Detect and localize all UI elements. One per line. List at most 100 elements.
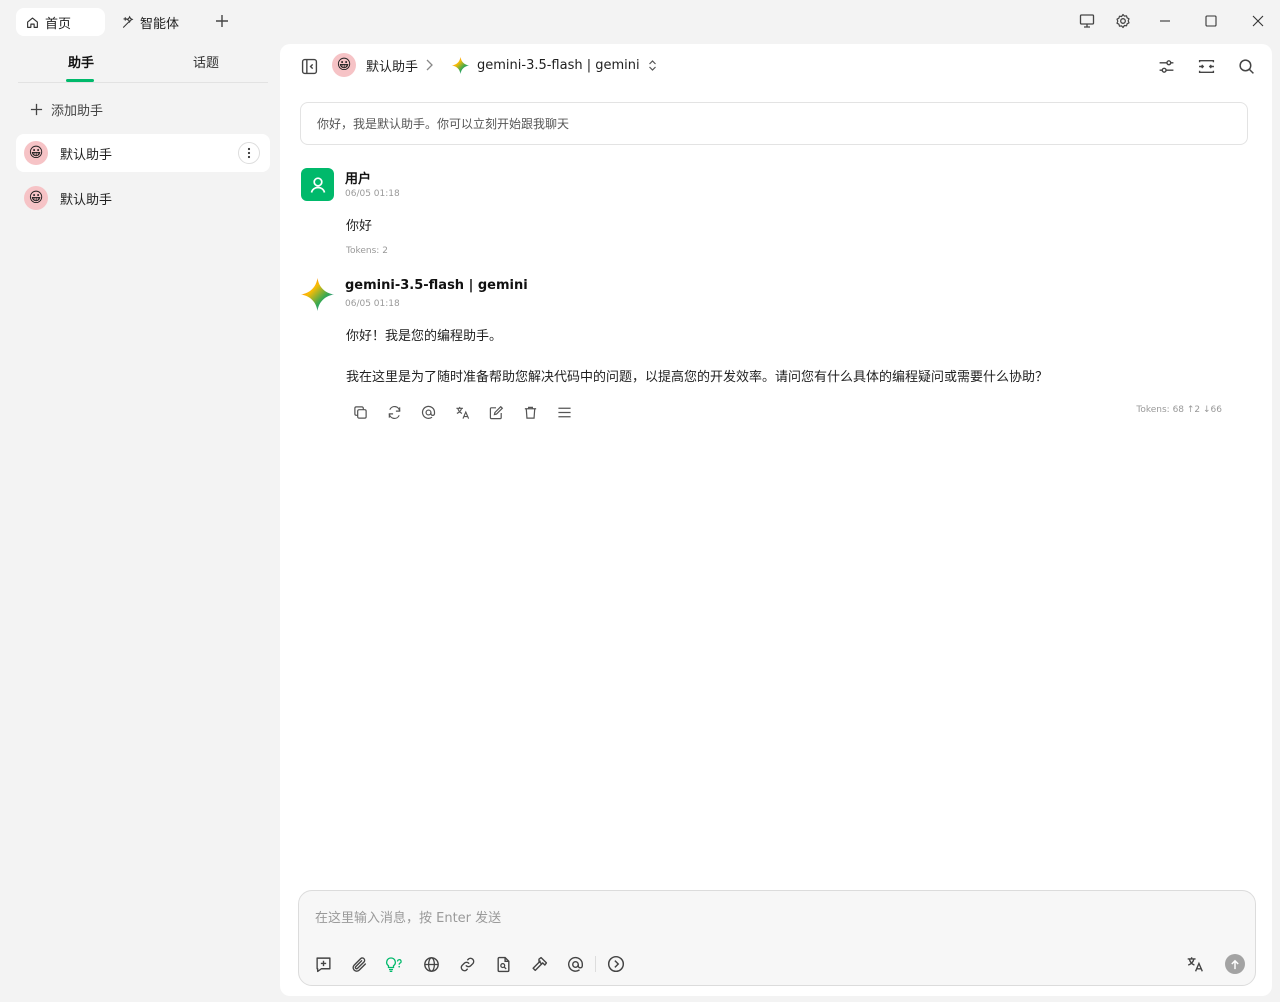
translate-icon — [1187, 957, 1203, 972]
file-search-icon — [496, 956, 510, 972]
hammer-icon — [531, 956, 547, 971]
search-icon — [1238, 58, 1254, 74]
sidebar: 助手 话题 添加助手 😀 默认助手 😀 默认助手 — [0, 42, 280, 1002]
new-topic-button[interactable] — [313, 954, 333, 974]
globe-icon — [423, 956, 439, 972]
assistant-name: 默认助手 — [60, 147, 113, 163]
copy-button[interactable] — [351, 403, 369, 421]
translate-button[interactable] — [453, 403, 471, 421]
send-button[interactable] — [1225, 954, 1245, 974]
message-actions — [351, 403, 589, 421]
message-tokens: Tokens: 68 ↑2 ↓66 — [1136, 405, 1222, 415]
tab-topics[interactable]: 话题 — [193, 52, 219, 71]
assistant-item[interactable]: 😀 默认助手 — [16, 179, 270, 217]
knowledge-base-button[interactable] — [493, 954, 513, 974]
search-button[interactable] — [1236, 56, 1256, 76]
tab-home-label: 首页 — [45, 16, 72, 32]
message-sender: gemini-3.5-flash | gemini — [345, 278, 528, 293]
plus-icon — [30, 103, 43, 116]
tools-button[interactable] — [529, 954, 549, 974]
close-icon — [1252, 15, 1264, 27]
web-search-button[interactable] — [421, 954, 441, 974]
tab-agents[interactable]: 智能体 — [120, 8, 179, 36]
message-input[interactable]: 在这里输入消息，按 Enter 发送 — [315, 907, 501, 926]
current-assistant[interactable]: 😀 默认助手 — [332, 53, 418, 77]
more-actions-button[interactable] — [555, 403, 573, 421]
assistant-message: gemini-3.5-flash | gemini 06/05 01:18 你好… — [301, 278, 1251, 428]
chevron-updown-icon — [648, 60, 656, 71]
message-input-box[interactable]: 在这里输入消息，按 Enter 发送 — [298, 890, 1256, 986]
monitor-icon — [1079, 14, 1095, 28]
add-assistant-label: 添加助手 — [51, 104, 104, 119]
tab-assistants[interactable]: 助手 — [68, 52, 94, 71]
message-time: 06/05 01:18 — [345, 299, 400, 309]
sparkle-icon — [122, 15, 134, 28]
refresh-icon — [388, 405, 400, 419]
tab-agents-label: 智能体 — [140, 16, 180, 32]
assistant-item[interactable]: 😀 默认助手 — [16, 134, 270, 172]
message-sender: 用户 — [345, 172, 372, 187]
menu-icon — [557, 407, 571, 417]
avatar: 😀 — [24, 141, 48, 165]
close-button[interactable] — [1248, 11, 1268, 31]
new-topic-icon — [315, 956, 331, 972]
mention-button[interactable] — [565, 954, 585, 974]
plus-icon — [216, 15, 228, 27]
url-context-button[interactable] — [457, 954, 477, 974]
maximize-button[interactable] — [1201, 11, 1221, 31]
user-avatar — [301, 168, 334, 201]
new-tab-button[interactable] — [212, 11, 232, 31]
paperclip-icon — [351, 956, 366, 972]
message-time: 06/05 01:18 — [345, 189, 400, 199]
more-options-button[interactable] — [238, 142, 260, 164]
toolbar-divider — [595, 956, 596, 972]
chevron-right-icon — [426, 59, 433, 71]
delete-button[interactable] — [521, 403, 539, 421]
avatar: 😀 — [24, 186, 48, 210]
gemini-icon — [301, 278, 334, 311]
sliders-icon — [1159, 59, 1173, 73]
chat-settings-button[interactable] — [1156, 56, 1176, 76]
home-icon — [27, 16, 38, 28]
copy-icon — [353, 405, 367, 419]
lightbulb-icon — [386, 956, 402, 972]
mention-model-button[interactable] — [419, 403, 437, 421]
model-selector[interactable]: gemini-3.5-flash | gemini — [452, 57, 657, 74]
link-icon — [460, 957, 474, 971]
minimize-icon — [1160, 20, 1170, 22]
settings-button[interactable] — [1113, 11, 1133, 31]
model-name: gemini-3.5-flash | gemini — [477, 58, 640, 73]
chevron-circle-right-icon — [607, 955, 625, 973]
message-text: 我在这里是为了随时准备帮助您解决代码中的问题，以提高您的开发效率。请问您有什么具… — [346, 370, 1049, 385]
welcome-prompt: 你好，我是默认助手。你可以立刻开始跟我聊天 — [300, 102, 1248, 145]
at-sign-icon — [567, 956, 583, 972]
title-bar: 首页 智能体 — [0, 0, 1280, 42]
edit-button[interactable] — [487, 403, 505, 421]
assistant-avatar — [301, 278, 334, 311]
input-toolbar — [313, 954, 642, 974]
avatar: 😀 — [332, 53, 356, 77]
more-vertical-icon — [247, 147, 251, 159]
narrow-mode-button[interactable] — [1196, 56, 1216, 76]
add-assistant-button[interactable]: 添加助手 — [30, 100, 103, 119]
assistant-name: 默认助手 — [60, 192, 113, 208]
sidebar-toggle-icon — [301, 58, 317, 74]
narrow-mode-icon — [1198, 59, 1214, 73]
minimize-button[interactable] — [1155, 11, 1175, 31]
translate-input-button[interactable] — [1185, 954, 1205, 974]
display-button[interactable] — [1077, 11, 1097, 31]
gear-icon — [1116, 13, 1130, 29]
thinking-button[interactable] — [385, 954, 405, 974]
edit-icon — [489, 405, 503, 419]
toggle-sidebar-button[interactable] — [299, 56, 319, 76]
regenerate-button[interactable] — [385, 403, 403, 421]
active-tab-indicator — [66, 79, 94, 82]
attach-button[interactable] — [349, 954, 369, 974]
message-text: 你好 — [346, 219, 373, 234]
expand-tools-button[interactable] — [606, 954, 626, 974]
user-message: 用户 06/05 01:18 你好 Tokens: 2 — [301, 168, 1251, 263]
message-text: 你好！我是您的编程助手。 — [346, 329, 503, 344]
tab-home[interactable]: 首页 — [16, 8, 105, 36]
at-sign-icon — [421, 405, 435, 419]
user-icon — [310, 176, 325, 193]
